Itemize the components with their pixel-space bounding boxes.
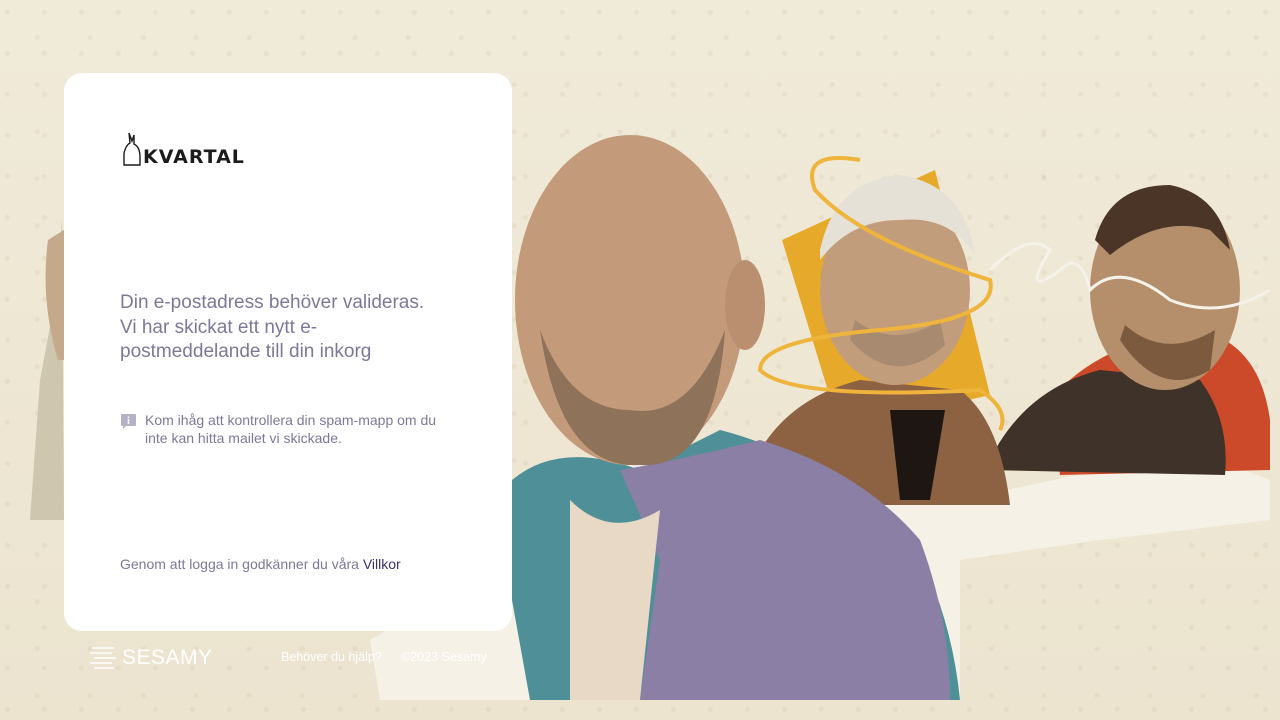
terms-text: Genom att logga in godkänner du våra (120, 556, 363, 572)
spam-info-notice: Kom ihåg att kontrollera din spam-mapp o… (120, 411, 460, 447)
heading-line: Vi har skickat ett nytt e- (120, 316, 318, 338)
sesamy-logo: SESAMY (88, 645, 213, 671)
right-person-illustration (985, 185, 1240, 475)
validation-card: KVARTAL Din e-postadress behöver valider… (64, 73, 512, 631)
heading-line: Din e-postadress behöver valideras. (120, 292, 425, 313)
sesamy-logo-icon (90, 647, 116, 669)
terms-notice: Genom att logga in godkänner du våra Vil… (120, 556, 401, 572)
terms-link[interactable]: Villkor (363, 556, 401, 572)
spam-info-text: Kom ihåg att kontrollera din spam-mapp o… (145, 412, 437, 446)
left-person-illustration (30, 220, 64, 520)
help-link[interactable]: Behöver du hjälp? (281, 650, 382, 664)
hare-logo-icon (123, 132, 141, 166)
validation-heading: Din e-postadress behöver valideras. Vi h… (120, 291, 460, 365)
info-icon (121, 414, 136, 429)
kvartal-logo: KVARTAL (120, 129, 250, 167)
heading-line: postmeddelande till din inkorg (120, 341, 372, 362)
logo-text: KVARTAL (143, 146, 245, 168)
copyright-text: ©2023 Sesamy (401, 650, 487, 664)
sesamy-logo-text: SESAMY (122, 646, 213, 669)
